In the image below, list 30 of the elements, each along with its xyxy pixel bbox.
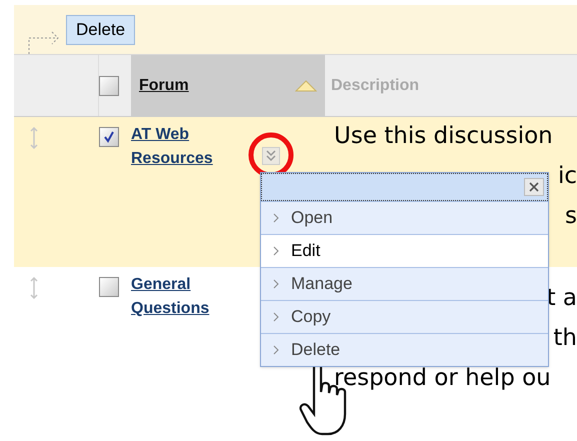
description-text: ic <box>558 162 577 191</box>
chevron-right-icon <box>273 246 279 256</box>
close-button[interactable] <box>524 178 544 196</box>
checkbox[interactable] <box>99 277 119 297</box>
forum-link[interactable]: General Questions <box>131 273 241 321</box>
drag-handle-icon[interactable] <box>30 277 38 299</box>
description-text: th <box>553 324 577 353</box>
description-text: Use this discussion <box>334 122 553 151</box>
menu-item[interactable]: Edit <box>261 234 548 267</box>
sort-ascending-icon <box>295 80 317 92</box>
chevron-right-icon <box>273 345 279 355</box>
column-header[interactable]: Forum <box>131 55 325 116</box>
close-icon <box>529 182 539 192</box>
chevron-right-icon <box>273 279 279 289</box>
menu-item[interactable]: Manage <box>261 267 548 300</box>
menu-toggle-button[interactable] <box>262 147 280 165</box>
description-text: s <box>565 202 577 231</box>
double-chevron-icon <box>266 150 276 162</box>
delete-button[interactable]: Delete <box>66 14 136 44</box>
check-icon <box>103 131 115 143</box>
description-text: respond or help ou <box>334 364 551 393</box>
chevron-right-icon <box>273 213 279 223</box>
forum-link[interactable]: AT Web Resources <box>131 123 241 171</box>
menu-item[interactable]: Open <box>261 201 548 234</box>
menu-item[interactable]: Delete <box>261 333 548 366</box>
menu-item[interactable]: Copy <box>261 300 548 333</box>
drag-handle-icon[interactable] <box>30 127 38 149</box>
chevron-right-icon <box>273 312 279 322</box>
checkbox[interactable] <box>99 127 119 147</box>
checkbox[interactable] <box>99 76 119 96</box>
